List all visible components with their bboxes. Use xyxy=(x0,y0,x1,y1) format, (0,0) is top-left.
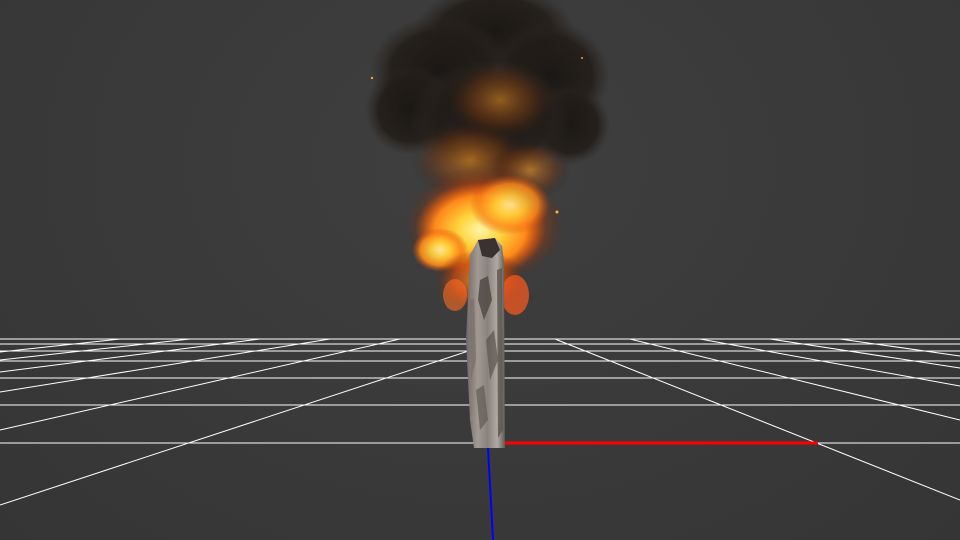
scene-canvas[interactable] xyxy=(0,0,960,540)
axis-z-line xyxy=(487,447,494,540)
burnt-log[interactable] xyxy=(466,238,505,448)
3d-viewport[interactable] xyxy=(0,0,960,540)
